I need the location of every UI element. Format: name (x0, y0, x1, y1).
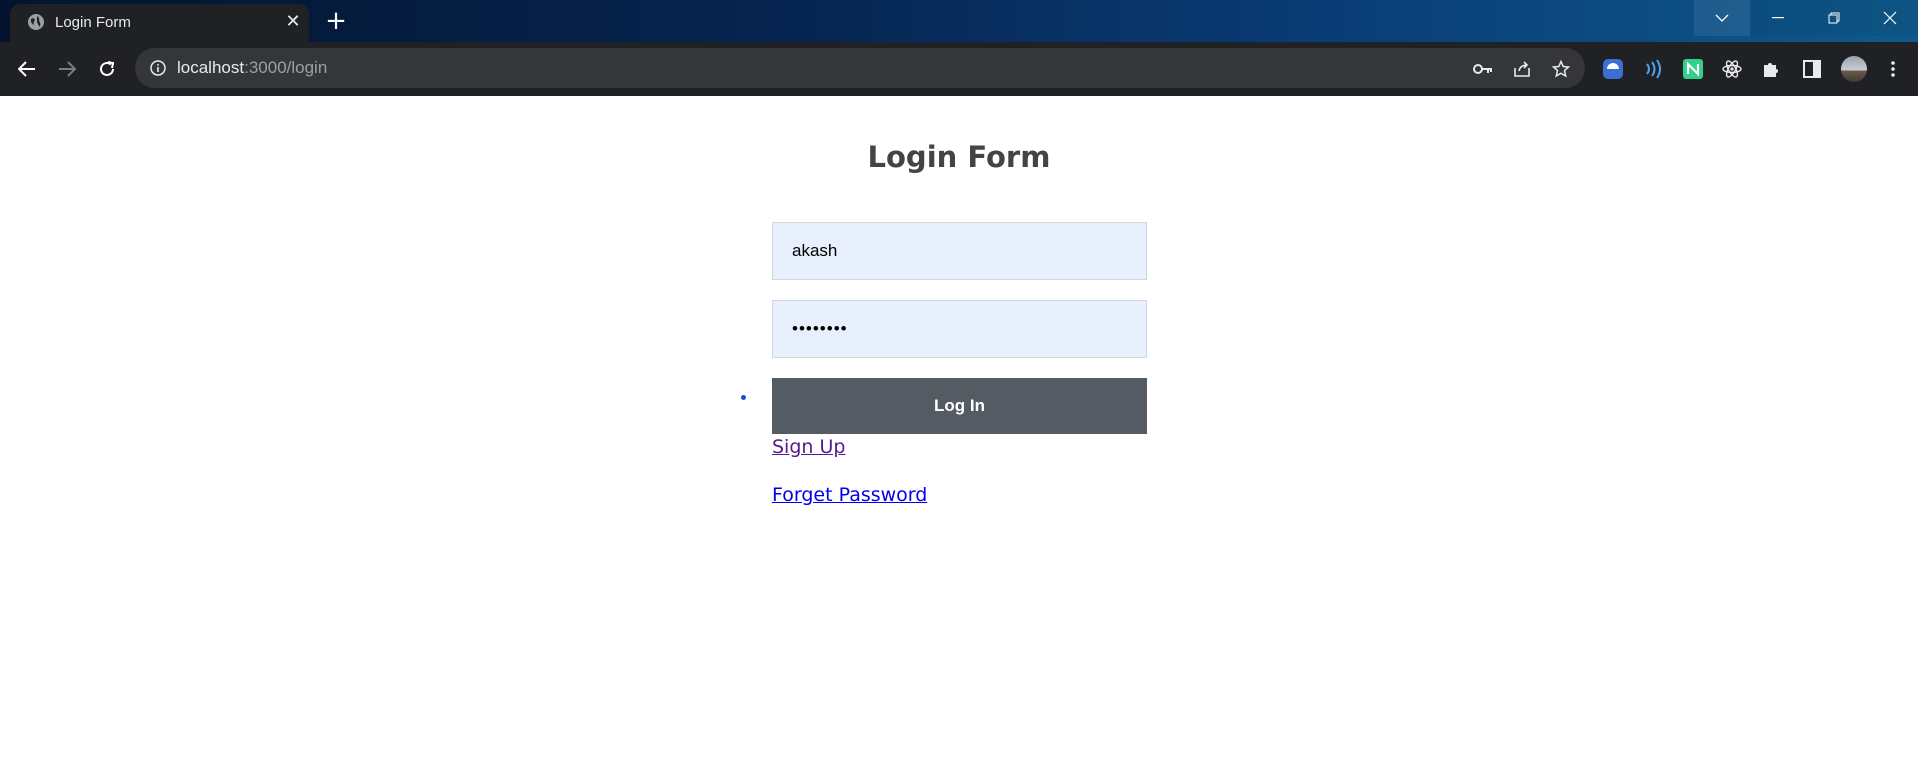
back-button[interactable] (11, 53, 43, 85)
forgot-password-link[interactable]: Forget Password (772, 484, 927, 506)
password-input[interactable] (773, 301, 1146, 357)
password-field[interactable] (772, 300, 1147, 358)
username-field[interactable] (772, 222, 1147, 280)
tab-search-button[interactable] (1694, 0, 1750, 36)
signup-link[interactable]: Sign Up (772, 436, 845, 458)
browser-tab[interactable]: Login Form ✕ (10, 4, 309, 42)
new-tab-button[interactable]: + (320, 7, 352, 35)
reload-button[interactable] (91, 53, 123, 85)
page-title: Login Form (867, 140, 1051, 174)
extension-icon-n[interactable] (1680, 56, 1706, 82)
arrow-left-icon (18, 61, 35, 77)
forward-button[interactable] (51, 53, 83, 85)
url-text[interactable]: localhost:3000/login (177, 58, 327, 78)
key-icon[interactable] (1472, 58, 1494, 80)
close-tab-icon[interactable]: ✕ (283, 12, 303, 32)
extension-icon-shield[interactable] (1600, 56, 1626, 82)
login-button[interactable]: Log In (772, 378, 1147, 434)
page-content: Login Form Log In Sign Up Forget Passwor… (0, 96, 1918, 776)
avatar[interactable] (1839, 54, 1869, 84)
address-bar[interactable]: localhost:3000/login (135, 48, 1585, 88)
cursor-dot (741, 395, 746, 400)
url-host: localhost (177, 58, 245, 77)
menu-kebab-icon[interactable] (1880, 56, 1906, 82)
info-icon[interactable] (149, 59, 167, 77)
window-titlebar: Login Form ✕ + (0, 0, 1918, 42)
username-input[interactable] (773, 223, 1146, 279)
reload-icon (100, 61, 115, 76)
star-icon[interactable] (1550, 58, 1572, 80)
globe-icon (28, 14, 44, 30)
window-controls (1694, 0, 1918, 36)
chevron-down-icon (1715, 14, 1729, 22)
arrow-right-icon (59, 61, 76, 77)
react-devtools-icon[interactable] (1719, 56, 1745, 82)
minimize-icon (1772, 17, 1784, 19)
browser-toolbar: localhost:3000/login (0, 42, 1918, 96)
restore-button[interactable] (1806, 0, 1862, 36)
minimize-button[interactable] (1750, 0, 1806, 36)
extension-icon-wave[interactable] (1639, 56, 1665, 82)
side-panel-icon[interactable] (1799, 56, 1825, 82)
close-window-button[interactable] (1862, 0, 1918, 36)
puzzle-icon[interactable] (1758, 56, 1784, 82)
close-icon (1883, 11, 1897, 25)
share-icon[interactable] (1511, 58, 1533, 80)
url-path: :3000/login (244, 58, 328, 77)
restore-icon (1828, 12, 1840, 24)
tab-title: Login Form (55, 14, 131, 31)
